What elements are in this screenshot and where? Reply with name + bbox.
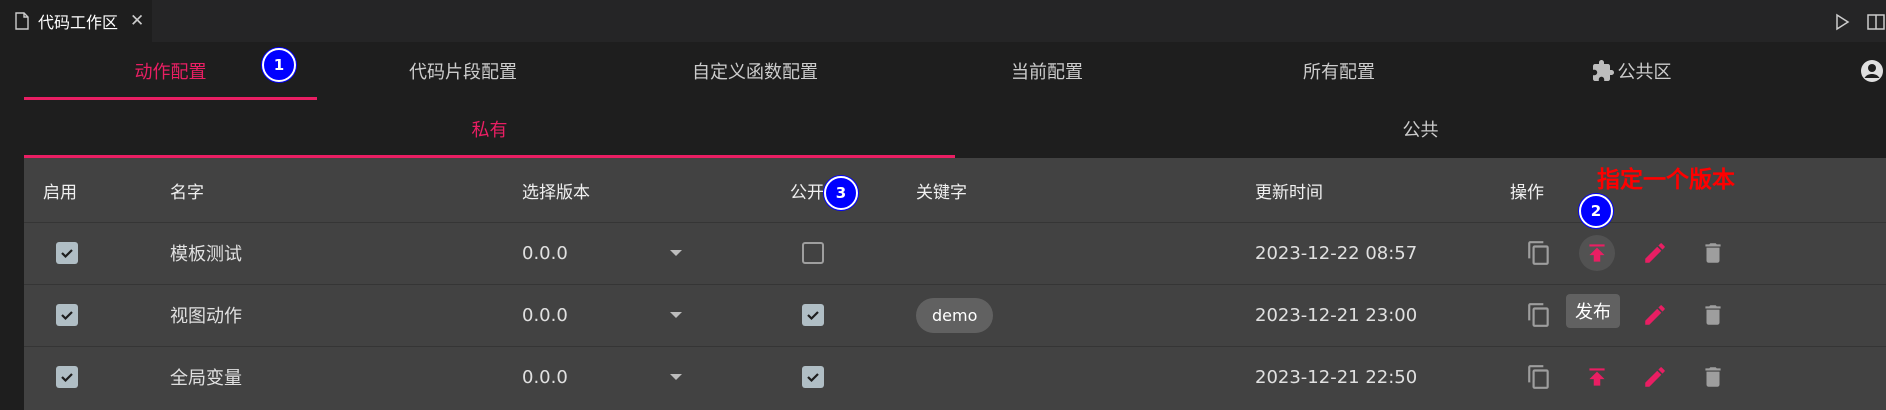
- copy-icon[interactable]: [1521, 235, 1557, 271]
- split-editor-icon[interactable]: [1866, 12, 1886, 32]
- config-table: 启用 名字 选择版本 公开 关键字 更新时间 操作 模板测试 0.0.0 202…: [24, 158, 1886, 410]
- tab-label: 公共: [1402, 120, 1439, 141]
- tab-all-config[interactable]: 所有配置: [1193, 42, 1485, 100]
- row-updated: 2023-12-22 08:57: [1255, 242, 1418, 264]
- public-checkbox[interactable]: [802, 304, 824, 326]
- caret-down-icon: [670, 374, 682, 380]
- delete-icon[interactable]: [1695, 359, 1731, 395]
- tab-label: 所有配置: [1303, 62, 1375, 83]
- header-keyword: 关键字: [916, 182, 967, 203]
- version-value: 0.0.0: [522, 242, 568, 264]
- tab-public-area[interactable]: 公共区: [1485, 42, 1777, 100]
- version-select[interactable]: 0.0.0: [522, 367, 682, 388]
- editor-tab[interactable]: 代码工作区 ✕: [0, 0, 152, 42]
- account-icon: [1860, 59, 1884, 83]
- tab-label: 动作配置: [134, 62, 207, 83]
- delete-icon[interactable]: [1695, 235, 1731, 271]
- header-version: 选择版本: [522, 182, 590, 203]
- tab-label: 自定义函数配置: [692, 62, 818, 83]
- annotation-badge: 2: [1579, 194, 1613, 228]
- editor-tab-title: 代码工作区: [38, 13, 119, 32]
- row-name: 全局变量: [170, 368, 242, 389]
- tab-custom-function-config[interactable]: 自定义函数配置: [609, 42, 901, 100]
- caret-down-icon: [670, 312, 682, 318]
- row-name: 模板测试: [170, 244, 242, 265]
- row-updated: 2023-12-21 22:50: [1255, 366, 1418, 388]
- delete-icon[interactable]: [1695, 297, 1731, 333]
- publish-tooltip: 发布: [1566, 294, 1620, 328]
- header-public: 公开: [790, 182, 824, 203]
- annotation-note: 指定一个版本: [1597, 167, 1735, 193]
- version-select[interactable]: 0.0.0: [522, 305, 682, 326]
- close-icon[interactable]: ✕: [130, 11, 144, 31]
- publish-icon[interactable]: [1579, 359, 1615, 395]
- header-enabled: 启用: [43, 182, 77, 203]
- annotation-badge: 3: [824, 176, 858, 210]
- header-updated: 更新时间: [1255, 182, 1323, 203]
- enabled-checkbox[interactable]: [56, 366, 78, 388]
- header-actions: 操作: [1510, 182, 1544, 203]
- table-row: 全局变量 0.0.0 2023-12-21 22:50: [24, 346, 1886, 408]
- keyword-chip[interactable]: demo: [916, 297, 994, 333]
- public-checkbox[interactable]: [802, 242, 824, 264]
- tab-private[interactable]: 私有: [24, 100, 955, 158]
- annotation-badge: 1: [262, 48, 296, 82]
- tab-label: 私有: [471, 120, 508, 141]
- copy-icon[interactable]: [1521, 359, 1557, 395]
- row-updated: 2023-12-21 23:00: [1255, 304, 1418, 326]
- public-checkbox[interactable]: [802, 366, 824, 388]
- edit-icon[interactable]: [1637, 235, 1673, 271]
- tab-public[interactable]: 公共: [955, 100, 1886, 158]
- run-icon[interactable]: [1832, 12, 1852, 32]
- version-select[interactable]: 0.0.0: [522, 243, 682, 264]
- header-name: 名字: [170, 182, 204, 203]
- tab-snippet-config[interactable]: 代码片段配置: [317, 42, 609, 100]
- publish-icon[interactable]: [1579, 235, 1615, 271]
- caret-down-icon: [670, 250, 682, 256]
- tab-label: 代码片段配置: [409, 62, 517, 83]
- editor-tab-bar: 代码工作区 ✕: [0, 0, 1886, 42]
- enabled-checkbox[interactable]: [56, 304, 78, 326]
- puzzle-icon: [1591, 59, 1615, 83]
- file-icon: [14, 12, 30, 30]
- main-tabs: 动作配置 代码片段配置 自定义函数配置 当前配置 所有配置 公共区: [24, 42, 1886, 100]
- version-value: 0.0.0: [522, 366, 568, 388]
- sub-tabs: 私有 公共: [24, 100, 1886, 158]
- tab-label: 公共区: [1617, 62, 1672, 83]
- tab-label: 当前配置: [1011, 62, 1083, 83]
- account-button[interactable]: [1860, 42, 1886, 100]
- enabled-checkbox[interactable]: [56, 242, 78, 264]
- copy-icon[interactable]: [1521, 297, 1557, 333]
- tab-current-config[interactable]: 当前配置: [901, 42, 1193, 100]
- edit-icon[interactable]: [1637, 297, 1673, 333]
- version-value: 0.0.0: [522, 304, 568, 326]
- table-row: 模板测试 0.0.0 2023-12-22 08:57: [24, 222, 1886, 285]
- row-name: 视图动作: [170, 306, 242, 327]
- edit-icon[interactable]: [1637, 359, 1673, 395]
